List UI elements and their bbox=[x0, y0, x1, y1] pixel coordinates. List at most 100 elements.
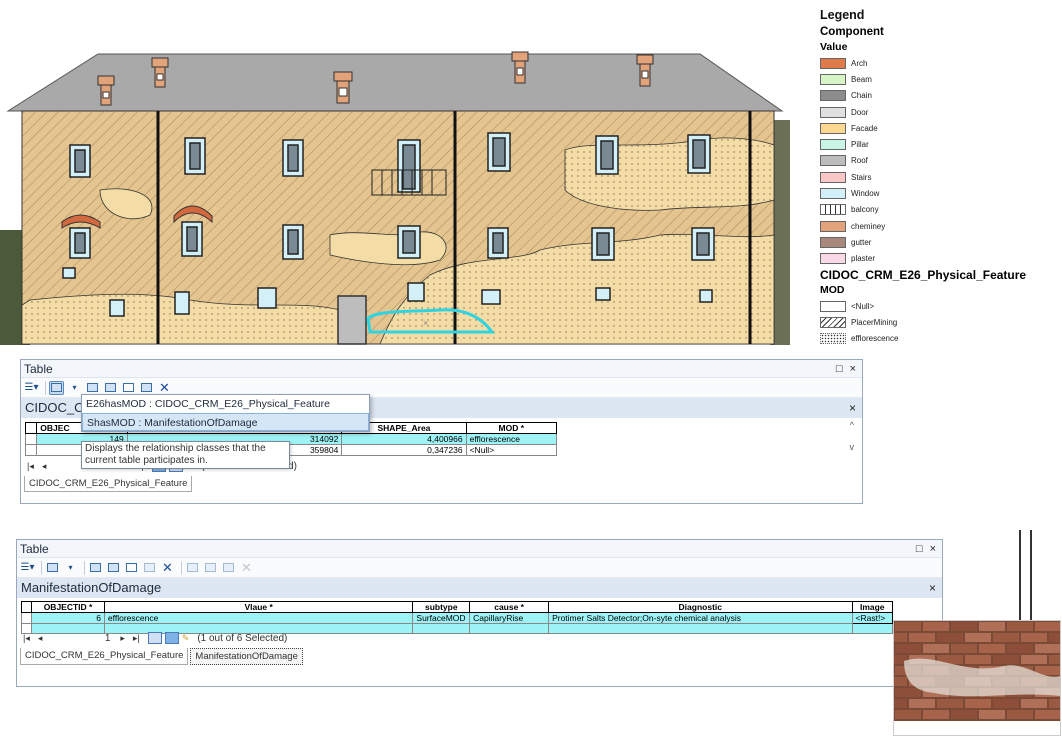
col-header-diagnostic[interactable]: Diagnostic bbox=[548, 601, 853, 613]
cell-id[interactable]: 6 bbox=[31, 612, 105, 624]
legend-pattern-swatch bbox=[820, 300, 846, 312]
brick bbox=[881, 699, 907, 708]
table1-close-icon[interactable]: × bbox=[849, 398, 856, 418]
prev-record-icon[interactable]: ◂ bbox=[38, 633, 43, 644]
col-header-subtype[interactable]: subtype bbox=[412, 601, 471, 613]
table2-close-icon[interactable]: × bbox=[929, 578, 936, 598]
table-options-icon[interactable]: ☰▾ bbox=[20, 561, 35, 575]
related-tables-icon[interactable] bbox=[45, 561, 60, 575]
zoom-icon[interactable] bbox=[221, 561, 236, 575]
table-window-2[interactable]: Table □ × ☰▾ ▾ ✕ ✕ ManifestationOfDamage… bbox=[16, 539, 943, 687]
cell-value[interactable]: efflorescence bbox=[103, 612, 414, 624]
table1-tabs: CIDOC_CRM_E26_Physical_Feature bbox=[21, 476, 862, 492]
related-tables-icon[interactable] bbox=[49, 380, 64, 395]
legend-swatch bbox=[820, 122, 846, 134]
delete-selected-icon[interactable]: ✕ bbox=[157, 380, 172, 395]
table1-window-buttons[interactable]: □ × bbox=[836, 360, 858, 378]
brick bbox=[979, 644, 1005, 653]
toolbar-separator bbox=[84, 560, 85, 575]
delete-selected-icon[interactable]: ✕ bbox=[160, 560, 175, 575]
col-header-objectid[interactable]: OBJECTID * bbox=[31, 601, 105, 613]
record-number[interactable]: 1 bbox=[50, 633, 111, 644]
show-selected-records-button[interactable] bbox=[164, 632, 179, 644]
related-tables-dropdown-icon[interactable]: ▾ bbox=[63, 561, 78, 575]
tab-cidoc-feature[interactable]: CIDOC_CRM_E26_Physical_Feature bbox=[24, 476, 193, 492]
legend-item: cheminey bbox=[820, 218, 1060, 234]
table2-window-buttons[interactable]: □ × bbox=[916, 540, 938, 558]
legend-item: gutter bbox=[820, 234, 1060, 250]
legend-item: efflorescence bbox=[820, 330, 1060, 346]
row-header-cell[interactable] bbox=[24, 433, 38, 445]
legend-swatch bbox=[820, 171, 846, 183]
cell-diagnostic[interactable]: Protimer Salts Detector;On-syte chemical… bbox=[548, 612, 853, 624]
last-record-icon[interactable]: ▸| bbox=[133, 633, 140, 644]
clear-selection-icon[interactable] bbox=[124, 561, 139, 575]
cell-mod[interactable]: <Null> bbox=[465, 444, 558, 456]
row-header-cell[interactable] bbox=[20, 612, 33, 624]
legend-item-label: Facade bbox=[851, 123, 878, 133]
tab-manifestation-of-damage[interactable]: ManifestationOfDamage bbox=[190, 648, 303, 665]
legend-swatch bbox=[820, 236, 846, 248]
brick bbox=[965, 699, 991, 708]
brick bbox=[937, 699, 963, 708]
menu-item-e26hasmod[interactable]: E26hasMOD : CIDOC_CRM_E26_Physical_Featu… bbox=[82, 395, 369, 413]
select-by-attributes-icon[interactable] bbox=[85, 381, 100, 395]
brick bbox=[1007, 644, 1033, 653]
switch-selection-icon[interactable] bbox=[106, 561, 121, 575]
prev-record-icon[interactable]: ◂ bbox=[42, 461, 47, 472]
table-row[interactable]: 6 efflorescence SurfaceMOD CapillaryRise Pro… bbox=[20, 612, 893, 624]
cell-cause[interactable]: CapillaryRise bbox=[469, 612, 550, 624]
related-tables-dropdown-icon[interactable]: ▾ bbox=[67, 381, 82, 395]
copy-selected-icon[interactable] bbox=[185, 561, 200, 575]
brick bbox=[895, 710, 921, 719]
table2-titlebar[interactable]: Table □ × bbox=[17, 540, 942, 558]
brick bbox=[951, 710, 977, 719]
legend-swatch bbox=[820, 253, 846, 265]
col-header-mod[interactable]: MOD * bbox=[465, 422, 558, 434]
col-header-vlaue[interactable]: Vlaue * bbox=[103, 601, 414, 613]
brick bbox=[951, 644, 977, 653]
select-by-attributes-icon[interactable] bbox=[88, 561, 103, 575]
switch-selection-icon[interactable] bbox=[103, 381, 118, 395]
paste-icon[interactable] bbox=[203, 561, 218, 575]
delete-icon[interactable]: ✕ bbox=[239, 560, 254, 575]
cell-area[interactable]: 0,347236 bbox=[341, 444, 467, 456]
row-header-col bbox=[24, 422, 38, 434]
legend-item: Facade bbox=[820, 120, 1060, 136]
cell-image[interactable]: <Rast!> bbox=[851, 612, 893, 624]
cell-area[interactable]: 4,400966 bbox=[341, 433, 467, 445]
col-header-image[interactable]: Image bbox=[851, 601, 893, 613]
row-header-cell[interactable] bbox=[24, 444, 38, 456]
cell-mod[interactable]: efflorescence bbox=[465, 433, 558, 445]
table-options-icon[interactable]: ☰▾ bbox=[24, 381, 39, 395]
legend-item: balcony bbox=[820, 202, 1060, 218]
next-record-icon[interactable]: ▸ bbox=[120, 633, 125, 644]
first-record-icon[interactable]: |◂ bbox=[27, 461, 34, 472]
legend-item: Door bbox=[820, 104, 1060, 120]
show-all-records-button[interactable] bbox=[147, 632, 162, 644]
table1-titlebar[interactable]: Table □ × bbox=[21, 360, 862, 378]
table2-toolbar: ☰▾ ▾ ✕ ✕ bbox=[17, 558, 942, 578]
tab-cidoc-feature[interactable]: CIDOC_CRM_E26_Physical_Feature bbox=[20, 648, 189, 665]
legend-item-label: efflorescence bbox=[851, 334, 899, 344]
zoom-to-selected-icon[interactable] bbox=[142, 561, 157, 575]
legend-item-label: balcony bbox=[851, 205, 879, 215]
raster-image-preview bbox=[867, 620, 1062, 736]
related-tables-menu[interactable]: E26hasMOD : CIDOC_CRM_E26_Physical_Featu… bbox=[81, 394, 370, 432]
legend-item: Pillar bbox=[820, 136, 1060, 152]
roof bbox=[6, 53, 784, 112]
scroll-up-icon[interactable]: ^ bbox=[850, 420, 854, 430]
clear-selection-icon[interactable] bbox=[121, 381, 136, 395]
first-record-icon[interactable]: |◂ bbox=[23, 633, 30, 644]
facade-map[interactable]: × bbox=[0, 0, 790, 348]
col-header-cause[interactable]: cause * bbox=[469, 601, 550, 613]
legend-item: PlacerMining bbox=[820, 314, 1060, 330]
menu-item-shasmod[interactable]: ShasMOD : ManifestationOfDamage bbox=[82, 413, 369, 431]
related-tables-tooltip: Displays the relationship classes that t… bbox=[81, 441, 290, 469]
brick bbox=[895, 688, 921, 697]
zoom-to-selected-icon[interactable] bbox=[139, 381, 154, 395]
legend-swatch bbox=[820, 106, 846, 118]
scroll-down-icon[interactable]: v bbox=[850, 442, 855, 452]
table2-selection-status: (1 out of 6 Selected) bbox=[197, 632, 288, 644]
cell-subtype[interactable]: SurfaceMOD bbox=[412, 612, 471, 624]
